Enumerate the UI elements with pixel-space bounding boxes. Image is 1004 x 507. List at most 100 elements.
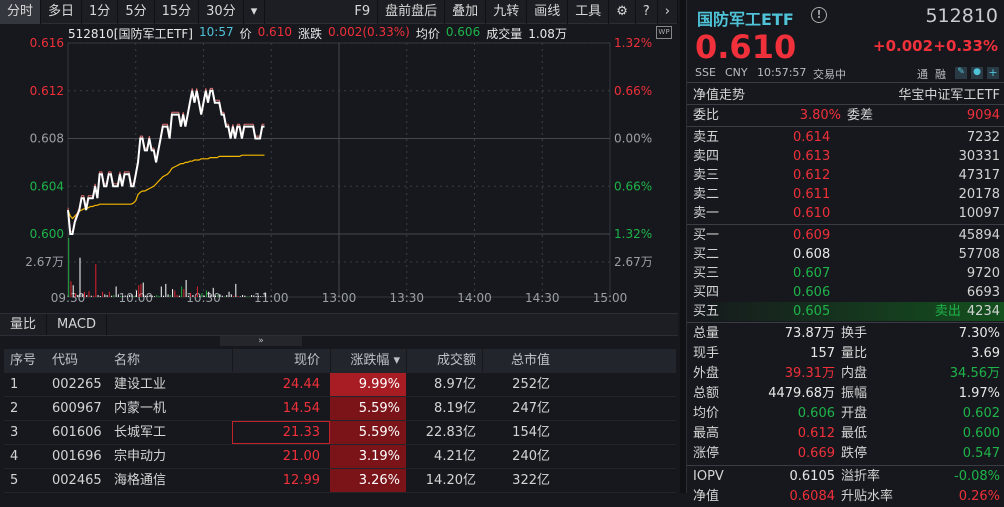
table-row[interactable]: 3 601606 长城军工 21.33 5.59% 22.83亿 154亿: [4, 421, 676, 445]
level-label: 卖一: [693, 206, 720, 221]
bid-level[interactable]: 买一 0.609 45894: [687, 226, 1004, 245]
iopv-value: 0.6105: [789, 469, 836, 484]
bid-level[interactable]: 买四 0.606 6693: [687, 283, 1004, 302]
volume-bar: [235, 283, 237, 297]
tong-badge[interactable]: 通: [917, 66, 928, 82]
edit-icon[interactable]: ✎: [955, 67, 967, 79]
quote-panel: 国防军工ETF ! 512810 0.610 +0.002 +0.33% SSE…: [686, 0, 1004, 504]
volume-bar: [239, 296, 241, 297]
nav-trend-row[interactable]: 净值走势 华宝中证军工ETF: [687, 84, 1004, 103]
iopv-label: 净值: [693, 489, 720, 504]
volume-bar: [102, 291, 104, 297]
info-icon[interactable]: !: [811, 7, 827, 23]
volume-bar: [248, 296, 250, 297]
level-qty: 7232: [966, 130, 1000, 145]
col-market-cap[interactable]: 总市值: [482, 349, 558, 372]
table-row[interactable]: 5 002465 海格通信 12.99 3.26% 14.20亿 322亿: [4, 469, 676, 493]
y-tick-label: 0.616: [30, 36, 64, 50]
nav-trend-label[interactable]: 净值走势: [693, 84, 745, 103]
tab-macd[interactable]: MACD: [47, 314, 107, 335]
stat-row: 最高 0.612 最低 0.600: [687, 424, 1004, 444]
volume-bar: [264, 292, 266, 297]
volume-bar: [97, 295, 99, 297]
bid-level[interactable]: 买三 0.607 9720: [687, 264, 1004, 283]
table-row[interactable]: 2 600967 内蒙一机 14.54 5.59% 8.19亿 247亿: [4, 397, 676, 421]
volume-bar: [158, 295, 160, 297]
bell-icon[interactable]: ●: [971, 67, 983, 79]
x-tick-label: 10:30: [186, 291, 221, 305]
stat-row: 涨停 0.669 跌停 0.547: [687, 444, 1004, 464]
price-change: +0.002: [873, 37, 934, 55]
collapse-toggle[interactable]: »: [220, 336, 302, 346]
bid-level[interactable]: 买五 0.605 卖出 4234: [687, 302, 1004, 321]
volume-scale-label: 2.67万: [25, 255, 64, 269]
tab-volume-ratio[interactable]: 量比: [0, 314, 48, 335]
stat-value: 0.547: [962, 446, 1000, 461]
last-price: 0.610: [695, 28, 797, 66]
y-tick-label: 0.604: [30, 179, 64, 193]
level-price: 0.605: [793, 304, 831, 319]
volume-bar: [237, 295, 239, 297]
level-price: 0.608: [793, 247, 831, 262]
pct-tick-label: 1.32%: [614, 227, 652, 241]
stat-label: 最高: [693, 426, 720, 441]
add-icon[interactable]: +: [987, 67, 999, 79]
volume-bar: [185, 279, 187, 297]
level-label: 卖五: [693, 130, 720, 145]
table-row[interactable]: 1 002265 建设工业 24.44 9.99% 8.97亿 252亿: [4, 373, 676, 397]
ask-level[interactable]: 卖一 0.610 10097: [687, 204, 1004, 223]
level-qty: 45894: [958, 228, 1000, 243]
volume-bar: [190, 293, 192, 297]
volume-bar: [140, 283, 142, 297]
level-price: 0.609: [793, 228, 831, 243]
volume-bar: [233, 295, 235, 297]
index-name: 华宝中证军工ETF: [898, 88, 1000, 103]
volume-bar: [262, 296, 264, 297]
pct-tick-label: 0.66%: [614, 179, 652, 193]
ask-level[interactable]: 卖四 0.613 30331: [687, 147, 1004, 166]
bid-level[interactable]: 买二 0.608 57708: [687, 245, 1004, 264]
rong-badge[interactable]: 融: [935, 66, 946, 82]
volume-bar: [104, 294, 106, 297]
row-price: 14.54: [282, 401, 320, 416]
constituents-table: 序号 代码 名称 现价 涨跌幅 ▾ 成交额 总市值 1 002265 建设工业 24.…: [4, 349, 676, 493]
level-qty: 4234: [966, 304, 1000, 319]
sell-tag: 卖出: [934, 304, 961, 319]
ask-level[interactable]: 卖二 0.611 20178: [687, 185, 1004, 204]
row-change-pct: 3.19%: [330, 445, 406, 468]
volume-bar: [260, 296, 262, 297]
x-tick-label: 15:00: [593, 291, 628, 305]
volume-bar: [113, 295, 115, 297]
col-code[interactable]: 代码: [46, 349, 108, 372]
row-market-cap: 322亿: [512, 473, 550, 488]
iopv-row: 净值 0.6084 升贴水率 0.26%: [687, 487, 1004, 507]
col-change-pct[interactable]: 涨跌幅 ▾: [330, 349, 406, 372]
volume-bar: [187, 295, 189, 297]
col-price[interactable]: 现价: [232, 349, 330, 372]
col-index[interactable]: 序号: [4, 349, 46, 372]
volume-bar: [192, 295, 194, 297]
volume-bar: [120, 295, 122, 297]
volume-bar: [228, 291, 230, 297]
col-turnover[interactable]: 成交额: [406, 349, 482, 372]
volume-bar: [163, 295, 165, 297]
level-price: 0.610: [793, 206, 831, 221]
volume-bar: [122, 296, 124, 297]
ask-level[interactable]: 卖五 0.614 7232: [687, 128, 1004, 147]
volume-bar: [242, 295, 244, 297]
intraday-chart[interactable]: 0.616 1.32% 0.612 0.66% 0.608 0.00% 0.604 0.66%…: [0, 0, 678, 312]
table-row[interactable]: 4 001696 宗申动力 21.00 3.19% 4.21亿 240亿: [4, 445, 676, 469]
ask-level[interactable]: 卖三 0.612 47317: [687, 166, 1004, 185]
row-market-cap: 154亿: [512, 425, 550, 440]
row-index: 4: [10, 449, 19, 464]
col-name[interactable]: 名称: [108, 349, 232, 372]
stat-label: 总量: [693, 326, 720, 341]
stat-value: 0.606: [797, 406, 835, 421]
volume-bar: [246, 296, 248, 297]
level-label: 卖四: [693, 149, 720, 164]
iopv-value: 0.6084: [789, 489, 836, 504]
volume-bar: [174, 290, 176, 297]
volume-bar: [95, 264, 97, 297]
weibi-label: 委比: [693, 108, 720, 123]
x-tick-label: 13:00: [322, 291, 357, 305]
